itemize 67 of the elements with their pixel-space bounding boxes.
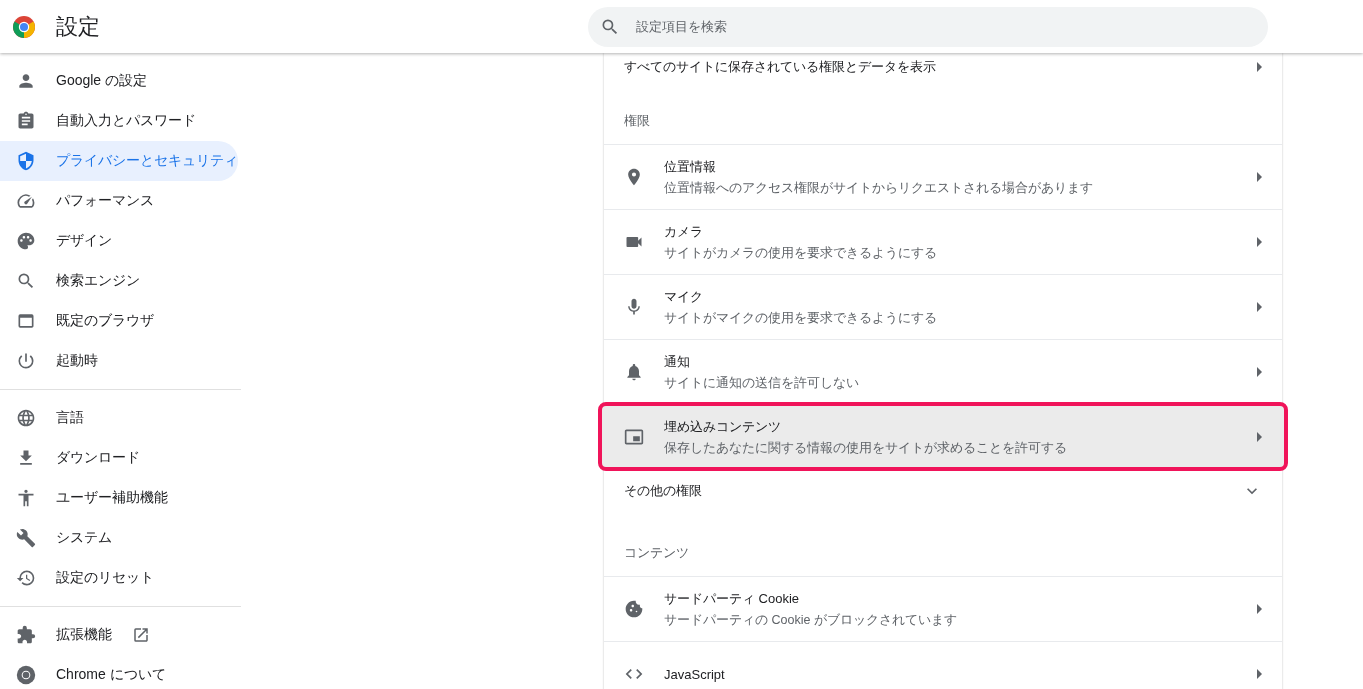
accessibility-icon (16, 488, 36, 508)
row-subtitle: 保存したあなたに関する情報の使用をサイトが求めることを許可する (664, 439, 1068, 457)
arrow-right-icon (1257, 367, 1262, 377)
settings-row[interactable]: カメラ サイトがカメラの使用を要求できるようにする (604, 209, 1282, 274)
sidebar-item[interactable]: ユーザー補助機能 (0, 478, 238, 518)
sidebar-item[interactable]: 検索エンジン (0, 261, 238, 301)
shield-icon (16, 151, 36, 171)
sidebar-item[interactable]: 拡張機能 (0, 615, 238, 655)
sidebar-item[interactable]: Google の設定 (0, 61, 238, 101)
sidebar-item[interactable]: プライバシーとセキュリティ (0, 141, 238, 181)
sidebar-item[interactable]: パフォーマンス (0, 181, 238, 221)
search-icon (16, 271, 36, 291)
history-icon (16, 568, 36, 588)
page-title: 設定 (56, 12, 101, 41)
embedded-content-icon (624, 427, 644, 447)
row-subtitle: サードパーティの Cookie がブロックされています (664, 611, 958, 629)
arrow-right-icon (1257, 237, 1262, 247)
expand-row[interactable]: その他の権限 (604, 469, 1282, 513)
arrow-right-icon (1257, 62, 1262, 72)
globe-icon (16, 408, 36, 428)
clipboard-icon (16, 111, 36, 131)
section-heading: コンテンツ (623, 544, 690, 562)
speedometer-icon (16, 191, 36, 211)
row-title: カメラ (664, 222, 704, 241)
browser-window-icon (16, 311, 36, 331)
row-subtitle: サイトがマイクの使用を要求できるようにする (664, 309, 938, 327)
arrow-right-icon (1257, 604, 1262, 614)
sidebar-item[interactable]: デザイン (0, 221, 238, 261)
settings-row[interactable]: マイク サイトがマイクの使用を要求できるようにする (604, 274, 1282, 339)
arrow-right-icon (1257, 172, 1262, 182)
search-field[interactable]: 設定項目を検索 (634, 18, 1268, 35)
row-title: サードパーティ Cookie (664, 589, 801, 608)
row-subtitle: 位置情報へのアクセス権限がサイトからリクエストされる場合があります (664, 179, 1094, 197)
wrench-icon (16, 528, 36, 548)
bell-icon (624, 362, 644, 382)
row-title: JavaScript (664, 666, 726, 682)
row-title: 位置情報 (664, 157, 717, 176)
row-title: 埋め込みコンテンツ (664, 417, 782, 436)
settings-row[interactable]: 埋め込みコンテンツ 保存したあなたに関する情報の使用をサイトが求めることを許可する (600, 404, 1286, 469)
sidebar-item[interactable]: 言語 (0, 398, 238, 438)
puzzle-icon (16, 625, 36, 645)
arrow-right-icon (1257, 302, 1262, 312)
sidebar-item[interactable]: Chrome について (0, 655, 238, 689)
palette-icon (16, 231, 36, 251)
row-subtitle: サイトに通知の送信を許可しない (664, 374, 860, 392)
sidebar-item[interactable]: 設定のリセット (0, 558, 238, 598)
power-icon (16, 351, 36, 371)
row-subtitle: サイトがカメラの使用を要求できるようにする (664, 244, 938, 262)
sidebar-item[interactable]: システム (0, 518, 238, 558)
sidebar-item[interactable]: 起動時 (0, 341, 238, 381)
search-bar[interactable]: 設定項目を検索 (588, 6, 1268, 47)
sidebar-item[interactable]: ダウンロード (0, 438, 238, 478)
settings-row[interactable]: 通知 サイトに通知の送信を許可しない (604, 339, 1282, 404)
chrome-logo-icon (16, 665, 36, 685)
link-label[interactable]: すべてのサイトに保存されている権限とデータを表示 (624, 58, 1257, 76)
sidebar-item[interactable]: 既定のブラウザ (0, 301, 238, 341)
chrome-logo (12, 14, 36, 39)
settings-row[interactable]: JavaScript (604, 641, 1282, 689)
settings-row[interactable]: サードパーティ Cookie サードパーティの Cookie がブロックされています (604, 576, 1282, 641)
cookie-icon (624, 599, 644, 619)
section-heading: 権限 (623, 112, 651, 130)
sidebar-item[interactable]: 自動入力とパスワード (0, 101, 238, 141)
arrow-right-icon (1257, 669, 1262, 679)
row-title: 通知 (664, 352, 691, 371)
settings-row[interactable]: 位置情報 位置情報へのアクセス権限がサイトからリクエストされる場合があります (604, 144, 1282, 209)
arrow-right-icon (1257, 432, 1262, 442)
row-title: マイク (664, 287, 704, 306)
